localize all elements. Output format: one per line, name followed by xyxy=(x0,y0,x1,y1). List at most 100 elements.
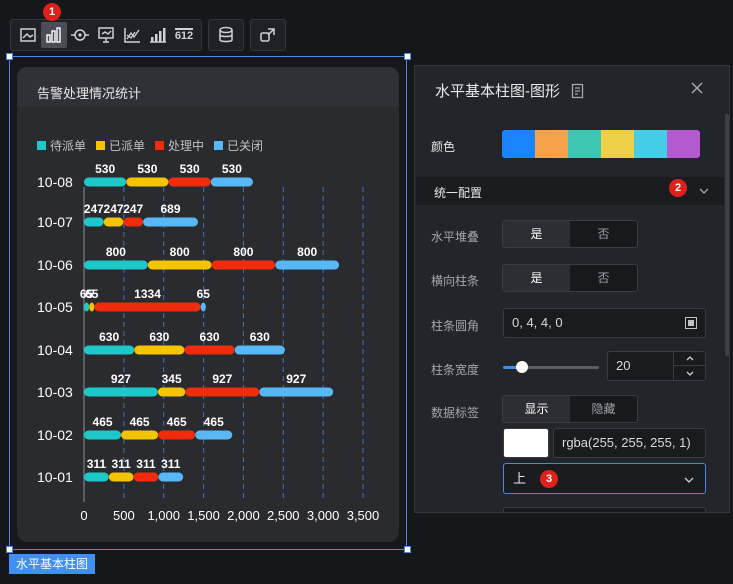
bar-segment xyxy=(275,260,340,270)
bar-rise-icon[interactable] xyxy=(145,22,171,48)
bar-segment xyxy=(158,472,184,482)
x-tick-label: 0 xyxy=(80,508,87,523)
radius-input[interactable]: 0, 4, 4, 0 xyxy=(503,308,706,338)
palette-swatch-2[interactable] xyxy=(568,130,601,158)
data-label: 530 xyxy=(95,162,115,176)
labels-label: 数据标签 xyxy=(431,406,480,420)
bar-segment xyxy=(210,177,253,187)
palette-swatch-1[interactable] xyxy=(535,130,568,158)
slider-handle[interactable] xyxy=(516,361,529,373)
label-position-select[interactable]: 上 xyxy=(503,463,706,494)
bar-segment xyxy=(147,260,212,270)
panel-title: 水平基本柱图-图形 xyxy=(435,83,560,100)
bar-segment xyxy=(108,472,134,482)
panel-header: 水平基本柱图-图形 xyxy=(435,80,586,101)
close-icon[interactable] xyxy=(689,80,705,96)
data-label: 465 xyxy=(93,415,113,429)
palette-swatch-3[interactable] xyxy=(601,130,634,158)
chart-card[interactable]: 告警处理情况统计 待派单 已派单 处理中 已关闭 0 500 1,000 1,500 2,00… xyxy=(17,67,399,542)
stepper-down-button[interactable] xyxy=(674,366,705,381)
step-badge-1: 1 xyxy=(43,3,61,21)
share-group xyxy=(250,19,286,51)
data-label: 530 xyxy=(137,162,157,176)
resize-handle-br[interactable] xyxy=(404,546,411,553)
labels-show-option[interactable]: 显示 xyxy=(503,396,570,422)
bar-chart-icon[interactable] xyxy=(41,22,67,48)
share-icon[interactable] xyxy=(255,22,281,48)
x-tick-label: 2,500 xyxy=(267,508,300,523)
label-color-swatch[interactable] xyxy=(503,428,549,458)
bar-segment xyxy=(84,387,158,397)
label-color-input[interactable]: rgba(255, 255, 255, 1) xyxy=(553,428,706,458)
bar-segment xyxy=(168,177,211,187)
data-label: 65 xyxy=(197,287,211,301)
data-label: 65 xyxy=(85,287,99,301)
resize-handle-tl[interactable] xyxy=(6,53,13,60)
y-tick-label: 10-06 xyxy=(37,257,73,273)
palette-swatch-0[interactable] xyxy=(502,130,535,158)
data-label: 630 xyxy=(149,330,169,344)
width-slider[interactable] xyxy=(503,361,599,373)
bar-chart: 0 500 1,000 1,500 2,000 2,500 3,000 3,500 10-08 5… xyxy=(37,162,379,523)
radius-link-icon[interactable] xyxy=(685,317,697,329)
picture-icon[interactable] xyxy=(15,22,41,48)
resize-handle-bl[interactable] xyxy=(6,546,13,553)
resize-handle-tr[interactable] xyxy=(404,53,411,60)
palette-swatch-4[interactable] xyxy=(634,130,667,158)
chart-type-group: 612 xyxy=(10,19,202,51)
y-tick-label: 10-08 xyxy=(37,174,73,190)
bar-segment xyxy=(89,302,95,312)
config-panel: 水平基本柱图-图形 颜色 统一配置 水平堆叠 是 否 横向柱条 是 否 柱条圆角… xyxy=(414,65,730,513)
radius-value: 0, 4, 4, 0 xyxy=(512,315,563,330)
data-label: 800 xyxy=(233,245,253,259)
y-tick-label: 10-01 xyxy=(37,469,73,485)
bar-segment xyxy=(84,345,135,355)
labels-hide-option[interactable]: 隐藏 xyxy=(570,396,637,422)
widget-name-tag[interactable]: 水平基本柱图 xyxy=(9,554,96,574)
monitor-icon[interactable] xyxy=(93,22,119,48)
bar-segment xyxy=(84,260,148,270)
line-chart-icon[interactable] xyxy=(119,22,145,48)
panel-scrollbar[interactable] xyxy=(725,114,729,356)
labels-toggle: 显示 隐藏 xyxy=(502,395,638,423)
bar-segment xyxy=(211,260,276,270)
data-label: 465 xyxy=(130,415,150,429)
component-toolbar: 612 xyxy=(10,19,286,51)
bar-segment xyxy=(143,217,198,227)
target-icon[interactable] xyxy=(67,22,93,48)
reverse-label: 横向柱条 xyxy=(431,274,480,288)
data-label: 465 xyxy=(167,415,187,429)
data-label: 927 xyxy=(212,372,232,386)
data-label: 800 xyxy=(170,245,190,259)
bar-segment xyxy=(185,387,260,397)
section-title: 统一配置 xyxy=(434,186,483,200)
width-value: 20 xyxy=(616,358,631,373)
x-tick-label: 1,000 xyxy=(147,508,180,523)
stack-no-option[interactable]: 否 xyxy=(570,221,637,247)
reverse-no-option[interactable]: 否 xyxy=(570,265,637,291)
data-label: 927 xyxy=(111,372,131,386)
reverse-yes-option[interactable]: 是 xyxy=(503,265,570,291)
number-icon[interactable]: 612 xyxy=(171,22,197,48)
bar-segment xyxy=(94,302,201,312)
y-tick-label: 10-04 xyxy=(37,342,73,358)
data-label: 630 xyxy=(99,330,119,344)
next-field[interactable] xyxy=(503,507,706,512)
data-label: 630 xyxy=(250,330,270,344)
color-palette[interactable] xyxy=(502,130,700,158)
stepper-up-button[interactable] xyxy=(674,351,705,366)
data-label: 247 xyxy=(84,202,104,216)
width-label: 柱条宽度 xyxy=(431,363,480,377)
stack-label: 水平堆叠 xyxy=(431,230,480,244)
data-label: 689 xyxy=(161,202,181,216)
palette-swatch-5[interactable] xyxy=(667,130,700,158)
database-icon[interactable] xyxy=(213,22,239,48)
chevron-down-icon xyxy=(684,477,694,483)
width-stepper xyxy=(673,351,705,381)
label-color-value: rgba(255, 255, 255, 1) xyxy=(562,435,691,450)
stack-yes-option[interactable]: 是 xyxy=(503,221,570,247)
data-label: 800 xyxy=(297,245,317,259)
data-label: 465 xyxy=(204,415,224,429)
doc-icon[interactable] xyxy=(570,83,586,99)
step-badge-2: 2 xyxy=(669,179,687,197)
